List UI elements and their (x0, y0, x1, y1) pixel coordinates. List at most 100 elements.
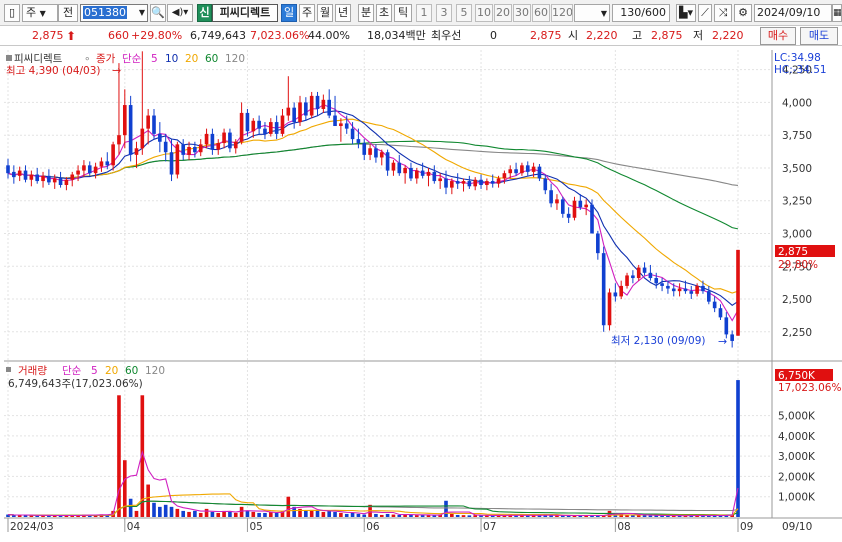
indicator-icon[interactable]: ⤨ (714, 4, 732, 22)
candle-body (216, 143, 221, 150)
code-value: 051380 (83, 6, 127, 19)
candle-body (274, 122, 279, 134)
candle-body (467, 181, 472, 187)
interval-5[interactable]: 5 (456, 4, 472, 22)
candle-body (251, 120, 256, 132)
candle-body (689, 291, 694, 294)
candle-body (432, 171, 437, 182)
jeon-button[interactable]: 전 (58, 4, 78, 22)
chevron-down-icon: ▼ (39, 9, 46, 18)
search-icon[interactable]: 🔍 (150, 4, 166, 22)
candle-body (403, 167, 407, 174)
candle-body (537, 166, 542, 179)
chart-area[interactable]: 2,2502,5002,7503,0003,2503,5003,7504,000… (0, 46, 842, 542)
volume-bar (397, 514, 402, 517)
candle-body (730, 334, 734, 341)
candle-body (736, 249, 740, 336)
volume-bar (467, 515, 472, 517)
buy-button[interactable]: 매수 (760, 27, 796, 45)
volume-bar (29, 515, 34, 517)
volume-bar (239, 506, 244, 517)
candle-body (140, 128, 145, 149)
settings-icon[interactable]: ⚙ (734, 4, 752, 22)
interval-30[interactable]: 30 (513, 4, 531, 22)
candle-body (111, 144, 115, 166)
candle-body (268, 122, 273, 134)
period-tick[interactable]: 틱 (394, 4, 412, 22)
volume-bar (362, 514, 367, 517)
up-arrow-icon: ⬆ (66, 29, 77, 43)
volume-bar (444, 500, 448, 517)
candle-body (584, 204, 588, 208)
date-tick-label: 08 (617, 521, 630, 533)
prefer-value: 0 (490, 29, 497, 42)
candle-body (543, 178, 548, 191)
candle-body (660, 283, 664, 286)
date-tick-label: 2024/03 (10, 521, 54, 533)
period-second[interactable]: 초 (376, 4, 392, 22)
candle-body (724, 317, 729, 335)
volume-bar (169, 506, 174, 517)
volume-bar (321, 511, 326, 517)
last-price: 2,875 (530, 29, 562, 42)
candle-body (566, 213, 571, 218)
candle-body (607, 292, 612, 326)
candle-body (12, 171, 16, 178)
draw-tool-icon[interactable]: ⟋ (698, 4, 712, 22)
interval-10[interactable]: 10 (475, 4, 493, 22)
count-field[interactable]: 130/600 (612, 4, 670, 22)
volume-bar (152, 502, 156, 517)
vma20-label: 20 (105, 365, 118, 377)
vma120-label: 120 (145, 365, 165, 377)
candle-body (473, 179, 478, 187)
interval-3[interactable]: 3 (436, 4, 452, 22)
stock-name-field[interactable]: 피씨디렉트 (212, 4, 278, 22)
volume-bar (315, 510, 320, 517)
period-week[interactable]: 주 (299, 4, 315, 22)
volume-bar (648, 515, 653, 517)
period-month[interactable]: 월 (317, 4, 333, 22)
speaker-icon[interactable]: ◀)▾ (167, 4, 193, 22)
candle-body (204, 133, 209, 145)
volume-tick-label: 4,000K (778, 431, 816, 443)
price-tick-label: 2,250 (782, 327, 812, 339)
candle-body (222, 132, 226, 144)
market-label: 주 (26, 6, 37, 19)
calendar-icon[interactable]: ▦ (832, 4, 842, 22)
change-percent: +29.80% (131, 29, 183, 42)
candle-body (444, 178, 448, 188)
interval-60[interactable]: 60 (532, 4, 550, 22)
candle-body (590, 204, 594, 234)
interval-20[interactable]: 20 (494, 4, 512, 22)
legend-dot-icon: ∘ (84, 53, 91, 65)
candle-body (625, 275, 629, 286)
period-minute[interactable]: 분 (358, 4, 374, 22)
volume-legend-ma: 단순 (62, 365, 82, 377)
candle-body (426, 171, 431, 176)
candle-body (385, 152, 390, 171)
interval-1[interactable]: 1 (416, 4, 432, 22)
volume-bar (350, 512, 355, 517)
market-select[interactable]: 주 ▼ (22, 4, 58, 22)
period-year[interactable]: 년 (335, 4, 351, 22)
price-tick-label: 3,250 (782, 196, 812, 208)
code-input[interactable]: 051380 ▼ (80, 4, 148, 22)
volume-tick-label: 3,000K (778, 451, 816, 463)
candle-body (175, 144, 180, 175)
price-tick-label: 3,500 (782, 163, 812, 175)
low-price: 2,220 (712, 29, 744, 42)
volume-bar (455, 514, 460, 517)
volume-tick-label: 2,000K (778, 471, 816, 483)
volume-bar (210, 511, 215, 517)
candle-body (17, 170, 22, 176)
candle-body (6, 165, 10, 174)
ma10-label: 10 (165, 53, 178, 65)
interval-120[interactable]: 120 (551, 4, 573, 22)
period-day[interactable]: 일 (281, 4, 297, 22)
candle-type-icon[interactable]: ▙▾ (676, 4, 696, 22)
date-field[interactable]: 2024/09/10 (754, 4, 832, 22)
vma5-label: 5 (91, 365, 98, 377)
interval-custom-select[interactable]: ▼ (574, 4, 610, 22)
sell-button[interactable]: 매도 (800, 27, 838, 45)
chart-menu-icon[interactable]: ▯ (4, 4, 20, 22)
